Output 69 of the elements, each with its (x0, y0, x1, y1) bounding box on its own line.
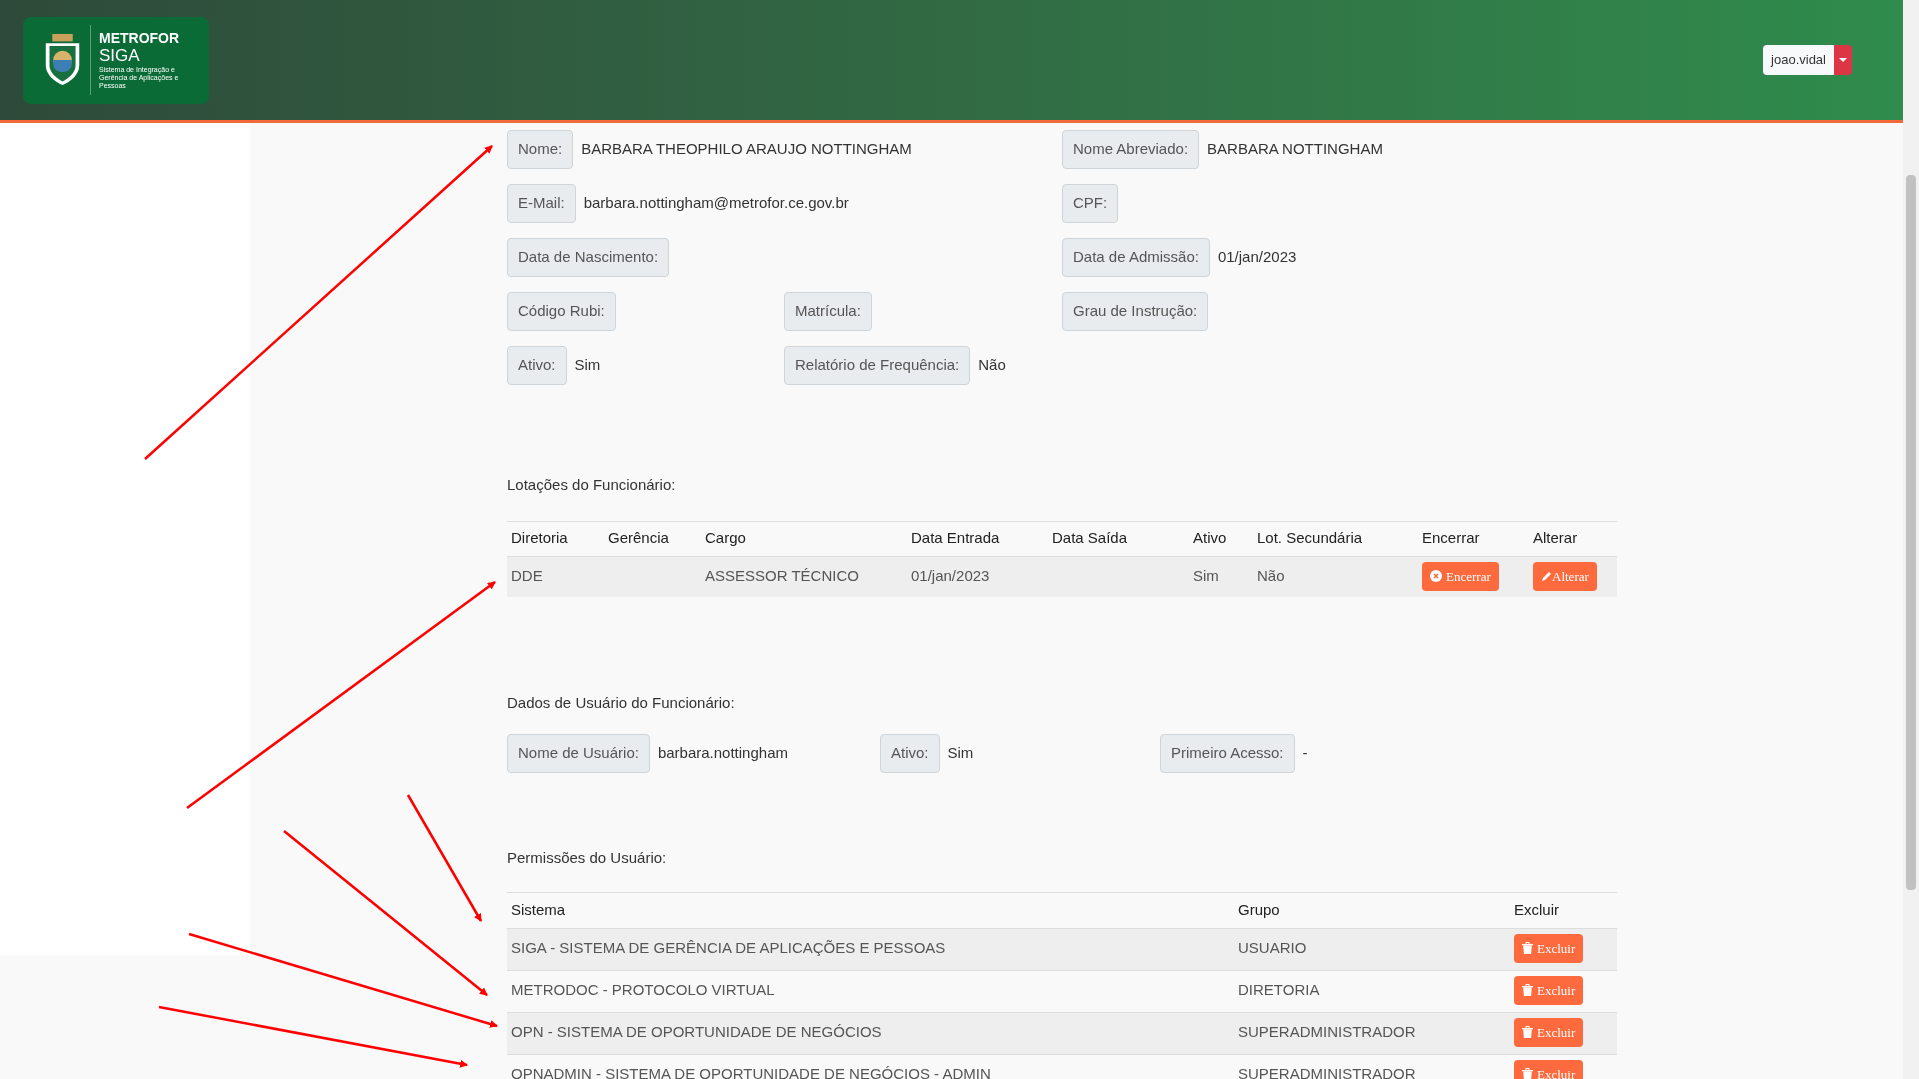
field-value: Sim (574, 355, 601, 376)
trash-icon (1522, 984, 1533, 997)
field-value: barbara.nottingham@metrofor.ce.gov.br (583, 193, 849, 214)
table-cell: DDE (511, 566, 543, 584)
column-header: Grupo (1238, 900, 1280, 918)
field-label: Data de Admissão: (1062, 238, 1210, 277)
delete-button[interactable]: Excluir (1514, 975, 1584, 1005)
field-value: - (1302, 743, 1308, 764)
field-label: Data de Nascimento: (507, 238, 670, 277)
field-value: BARBARA THEOPHILO ARAUJO NOTTINGHAM (581, 139, 912, 160)
delete-button[interactable]: Excluir (1514, 933, 1584, 963)
table-cell: DIRETORIA (1238, 980, 1320, 998)
column-header: Gerência (608, 529, 669, 547)
trash-icon (1522, 1068, 1533, 1079)
trash-icon (1522, 942, 1533, 955)
column-header: Excluir (1514, 900, 1559, 918)
field-label: E-Mail: (507, 184, 576, 223)
table-cell: Não (1257, 566, 1285, 584)
field-label: Ativo: (507, 346, 567, 385)
delete-button[interactable]: Excluir (1514, 1059, 1584, 1079)
caret-icon (1839, 58, 1847, 62)
edit-button[interactable]: Alterar (1533, 561, 1597, 591)
column-header: Encerrar (1422, 529, 1480, 547)
field-label: Primeiro Acesso: (1160, 734, 1295, 773)
field-value: BARBARA NOTTINGHAM (1207, 139, 1383, 160)
table-cell: ASSESSOR TÉCNICO (705, 566, 859, 584)
field-value: Sim (947, 743, 974, 764)
section-title: Dados de Usuário do Funcionário: (507, 692, 736, 713)
table-cell: OPNADMIN - SISTEMA DE OPORTUNIDADE DE NEGÓCIOS - ADMIN (511, 1064, 991, 1079)
field-label: Ativo: (880, 734, 940, 773)
field-label: Nome de Usuário: (507, 734, 650, 773)
pencil-icon (1541, 570, 1552, 582)
field-value: Não (978, 355, 1006, 376)
table-cell: SIGA - SISTEMA DE GERÊNCIA DE APLICAÇÕES E PESSOAS (511, 938, 946, 956)
user-button[interactable]: joao.vidal (1763, 45, 1834, 75)
table-cell: 01/jan/2023 (911, 566, 990, 584)
user-dropdown-button[interactable] (1834, 45, 1852, 75)
delete-button[interactable]: Excluir (1514, 1017, 1584, 1047)
section-title: Permissões do Usuário: (507, 848, 668, 868)
column-header: Sistema (511, 900, 566, 918)
product-name: SIGA (99, 46, 141, 66)
column-header: Diretoria (511, 529, 568, 547)
field-label: Relatório de Frequência: (784, 346, 971, 385)
section-title: Lotações do Funcionário: (507, 475, 677, 495)
end-button[interactable]: Encerrar (1422, 561, 1499, 591)
column-header: Data Saída (1052, 529, 1128, 547)
column-header: Lot. Secundária (1257, 529, 1363, 547)
field-value: 01/jan/2023 (1217, 247, 1297, 268)
table-cell: SUPERADMINISTRADOR (1238, 1064, 1416, 1079)
table-cell: Sim (1193, 566, 1219, 584)
brand-name: METROFOR (99, 30, 181, 46)
column-header: Cargo (705, 529, 746, 547)
field-label: Matrícula: (784, 292, 872, 331)
column-header: Data Entrada (911, 529, 1000, 547)
field-label: Nome: (507, 130, 574, 169)
field-label: Grau de Instrução: (1062, 292, 1209, 331)
field-label: CPF: (1062, 184, 1119, 223)
column-header: Ativo (1193, 529, 1227, 547)
table-cell: USUARIO (1238, 938, 1307, 956)
field-label: Nome Abreviado: (1062, 130, 1200, 169)
column-header: Alterar (1533, 529, 1578, 547)
table-cell: OPN - SISTEMA DE OPORTUNIDADE DE NEGÓCIOS (511, 1022, 882, 1040)
field-value: barbara.nottingham (657, 743, 788, 764)
close-icon (1430, 570, 1442, 583)
trash-icon (1522, 1026, 1533, 1039)
table-cell: METRODOC - PROTOCOLO VIRTUAL (511, 980, 775, 998)
scrollbar-thumb[interactable] (1906, 175, 1916, 890)
table-cell: SUPERADMINISTRADOR (1238, 1022, 1416, 1040)
field-label: Código Rubi: (507, 292, 616, 331)
